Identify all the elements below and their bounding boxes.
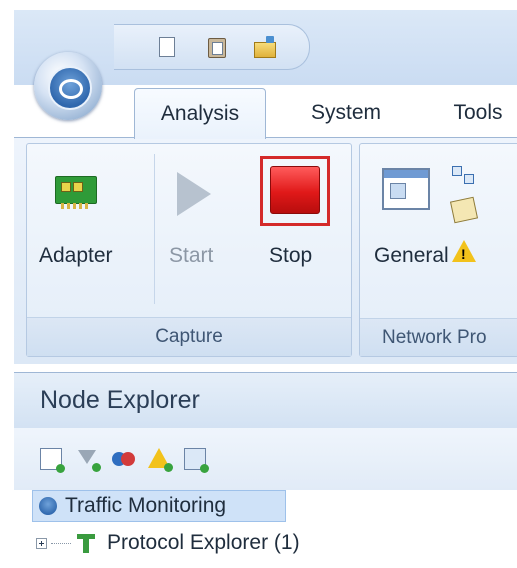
start-label: Start — [169, 244, 214, 267]
protocol-icon — [75, 532, 97, 554]
start-button[interactable]: Start — [155, 144, 255, 314]
node-explorer-header: Node Explorer — [14, 372, 517, 428]
expand-icon[interactable] — [36, 537, 47, 549]
play-icon — [177, 172, 211, 216]
paste-icon[interactable] — [204, 35, 228, 59]
pane-title: Node Explorer — [40, 386, 200, 414]
add-group-icon[interactable] — [112, 448, 135, 470]
ribbon-panel: Adapter Start Stop Capture General ! Net… — [14, 137, 517, 364]
add-report-icon[interactable] — [184, 448, 209, 473]
adapter-label: Adapter — [39, 244, 113, 267]
add-filter-icon[interactable] — [76, 448, 101, 472]
adapter-button[interactable]: Adapter — [27, 144, 147, 314]
stop-icon — [270, 166, 320, 214]
tree-item-label: Traffic Monitoring — [65, 494, 227, 517]
tree-connector — [51, 542, 71, 544]
stop-button[interactable]: Stop — [257, 144, 337, 314]
ribbon-group-network-profiles: General ! Network Pro — [359, 143, 517, 357]
ribbon-group-capture: Adapter Start Stop Capture — [26, 143, 352, 357]
node-tree: Traffic Monitoring Protocol Explorer (1) — [14, 490, 517, 565]
window-icon — [382, 168, 430, 210]
new-document-icon[interactable] — [154, 35, 178, 59]
tree-item-label: Protocol Explorer (1) — [107, 531, 300, 554]
node-explorer-toolbar — [14, 428, 517, 490]
tab-tools[interactable]: Tools — [438, 88, 517, 138]
add-alert-icon[interactable] — [148, 448, 173, 472]
general-button[interactable]: General — [360, 144, 449, 314]
tab-system-label: System — [310, 101, 381, 124]
group-label-capture: Capture — [27, 317, 351, 356]
tab-system[interactable]: System — [298, 88, 394, 138]
application-window: Analysis System Tools Adapter Start Stop… — [14, 10, 517, 565]
warning-icon[interactable]: ! — [452, 240, 476, 262]
network-map-icon[interactable] — [452, 166, 474, 184]
general-label: General — [374, 244, 449, 267]
application-menu-button[interactable] — [34, 52, 102, 120]
group-label-network-profiles: Network Pro — [360, 318, 517, 356]
quick-access-toolbar — [114, 24, 310, 70]
app-logo-icon — [48, 66, 92, 110]
tab-analysis[interactable]: Analysis — [134, 88, 266, 139]
stop-label: Stop — [269, 244, 313, 267]
open-folder-icon[interactable] — [252, 35, 276, 59]
network-adapter-icon — [55, 172, 101, 212]
tree-item-protocol-explorer[interactable]: Protocol Explorer (1) — [36, 528, 300, 558]
tab-tools-label: Tools — [453, 101, 503, 124]
edit-profile-icon[interactable] — [449, 196, 479, 224]
add-view-icon[interactable] — [40, 448, 65, 473]
traffic-icon — [39, 497, 57, 515]
tree-item-traffic-monitoring[interactable]: Traffic Monitoring — [32, 490, 286, 522]
tab-analysis-label: Analysis — [160, 102, 240, 125]
